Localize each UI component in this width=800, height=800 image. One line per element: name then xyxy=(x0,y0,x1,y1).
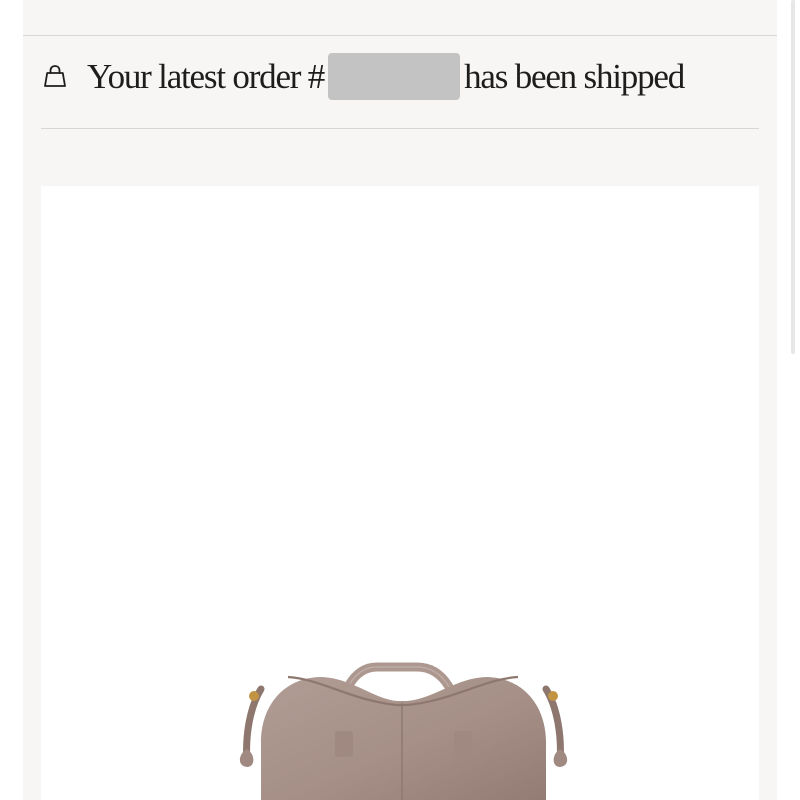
email-view: Your latest order # has been shipped xyxy=(0,0,800,800)
order-message-prefix: Your latest order # xyxy=(87,56,325,96)
product-image-panel xyxy=(41,186,759,800)
shipping-notification: Your latest order # has been shipped xyxy=(41,50,685,102)
message-divider xyxy=(41,128,759,129)
vertical-scrollbar[interactable] xyxy=(791,0,795,354)
product-tote-image xyxy=(239,662,568,800)
shipping-email-card: Your latest order # has been shipped xyxy=(23,0,777,800)
shopping-bag-icon xyxy=(41,62,69,90)
top-divider xyxy=(23,35,777,36)
order-message-suffix: has been shipped xyxy=(464,56,685,96)
redacted-order-number xyxy=(328,52,461,100)
